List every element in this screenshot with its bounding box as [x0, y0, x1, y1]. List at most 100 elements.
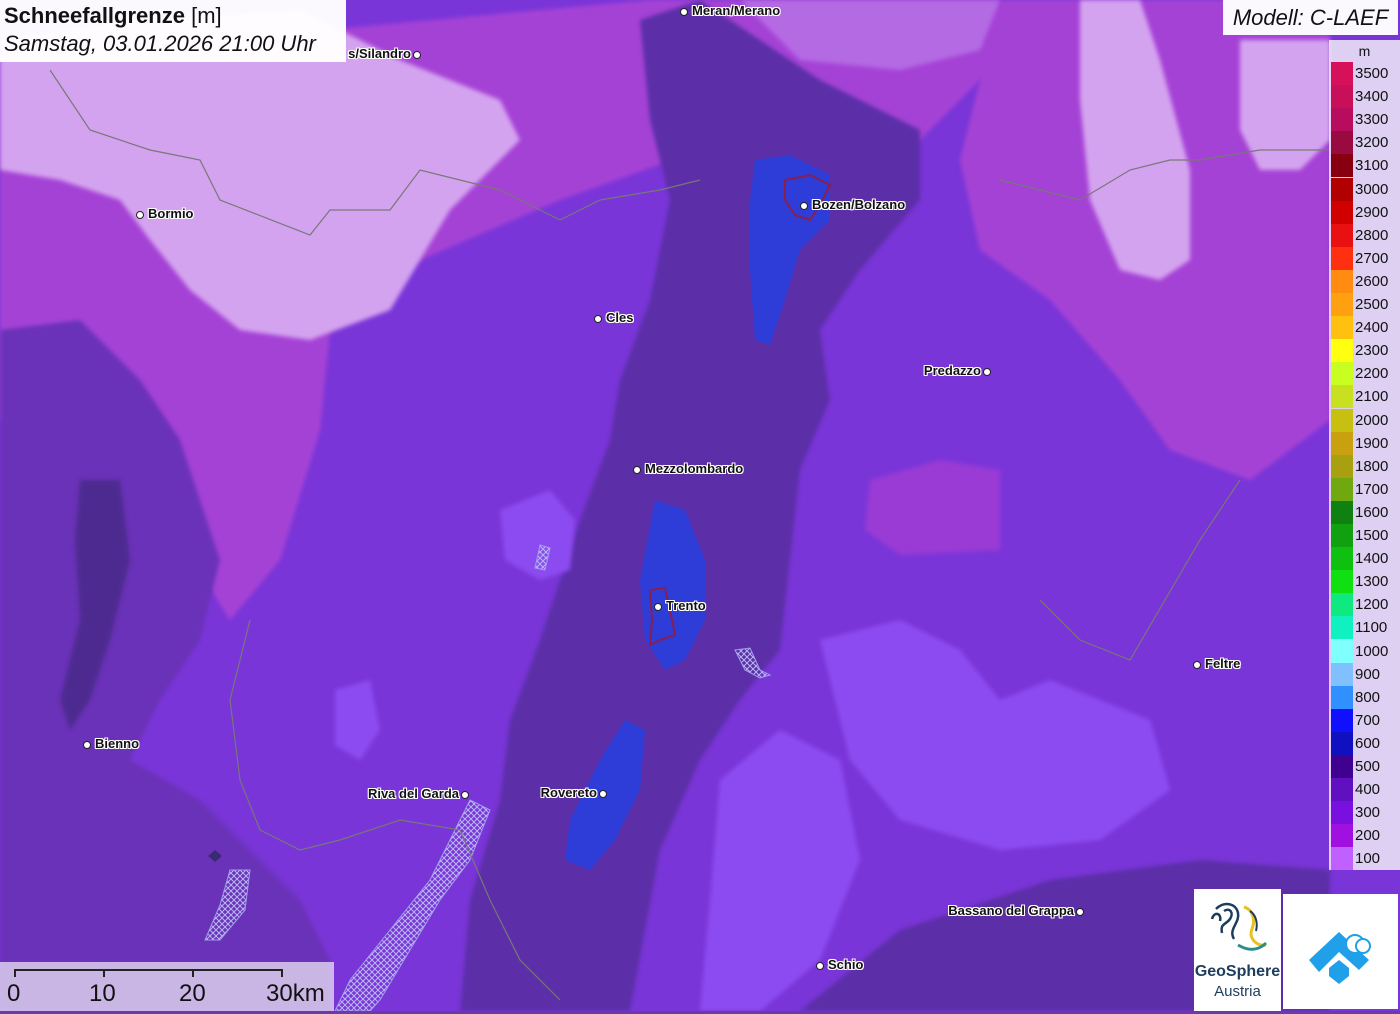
- legend-entry: 2900: [1329, 200, 1400, 224]
- city-dot-icon: [816, 962, 824, 970]
- city-label: Schio: [828, 957, 864, 972]
- legend-label: 3300: [1355, 111, 1389, 129]
- cloud-house-logo[interactable]: [1283, 894, 1398, 1009]
- legend-entry: 700: [1329, 708, 1400, 732]
- legend-swatch: [1331, 385, 1353, 409]
- title-text: Schneefallgrenze: [4, 3, 185, 28]
- scale-label-30km: 30km: [266, 980, 325, 1007]
- legend-entry: 3100: [1329, 154, 1400, 178]
- legend-entry: 900: [1329, 662, 1400, 686]
- city-label: Rovereto: [540, 785, 597, 800]
- legend-entry: 2000: [1329, 408, 1400, 432]
- city-label: Bassano del Grappa: [948, 903, 1074, 918]
- legend-label: 2000: [1355, 411, 1389, 429]
- legend-swatch: [1331, 316, 1353, 340]
- legend-entry: 1500: [1329, 524, 1400, 548]
- legend-swatch: [1331, 824, 1353, 848]
- city-label: Cles: [606, 310, 634, 325]
- city-label: s/Silandro: [348, 46, 411, 61]
- legend-swatch: [1331, 62, 1353, 86]
- legend-label: 800: [1355, 688, 1381, 706]
- legend-swatch: [1331, 801, 1353, 825]
- legend-label: 2200: [1355, 365, 1389, 383]
- legend-label: 600: [1355, 734, 1381, 752]
- city-dot-icon: [680, 8, 688, 16]
- legend-entry: 1000: [1329, 639, 1400, 663]
- legend-swatch: [1331, 154, 1353, 178]
- legend-swatch: [1331, 778, 1353, 802]
- city-dot-icon: [654, 603, 662, 611]
- legend-swatch: [1331, 477, 1353, 501]
- legend-entry: 800: [1329, 685, 1400, 709]
- legend-swatch: [1331, 616, 1353, 640]
- legend-label: 700: [1355, 711, 1381, 729]
- model-label: Modell: C-LAEF: [1223, 0, 1398, 35]
- legend-entry: 1700: [1329, 477, 1400, 501]
- legend-label: 200: [1355, 827, 1381, 845]
- map-datetime: Samstag, 03.01.2026 21:00 Uhr: [4, 31, 316, 56]
- legend-label: 2500: [1355, 296, 1389, 313]
- city-dot-icon: [1076, 908, 1084, 916]
- scale-label-10: 10: [89, 980, 116, 1007]
- city-label: Meran/Merano: [692, 3, 781, 18]
- legend-label: 1300: [1355, 573, 1389, 591]
- legend-entry: 3200: [1329, 131, 1400, 155]
- legend-entry: 200: [1329, 824, 1400, 848]
- legend-entry: 1300: [1329, 570, 1400, 594]
- legend-entry: 2500: [1329, 293, 1400, 317]
- legend-swatch: [1331, 662, 1353, 686]
- legend-entry: 1100: [1329, 616, 1400, 640]
- legend-label: 3500: [1355, 65, 1389, 82]
- city-label: Predazzo: [923, 363, 981, 378]
- legend-swatch: [1331, 731, 1353, 755]
- legend-swatch: [1331, 593, 1353, 617]
- scale-line: [14, 969, 283, 971]
- snowfall-map[interactable]: [0, 0, 1400, 1011]
- title-box: Schneefallgrenze [m] Samstag, 03.01.2026…: [0, 0, 346, 62]
- legend-swatch: [1331, 570, 1353, 594]
- legend-swatch: [1331, 223, 1353, 247]
- legend-label: 3400: [1355, 88, 1389, 106]
- geosphere-logo[interactable]: GeoSphere Austria: [1194, 889, 1281, 1011]
- city-dot-icon: [800, 202, 808, 210]
- scale-label-0: 0: [7, 980, 21, 1007]
- scale-label-20: 20: [179, 980, 206, 1007]
- legend-label: 2900: [1355, 203, 1389, 221]
- geosphere-logo-line1: GeoSphere: [1194, 963, 1281, 980]
- legend-label: 1500: [1355, 527, 1389, 544]
- legend-swatch: [1331, 131, 1353, 155]
- legend-entry: 1200: [1329, 593, 1400, 617]
- legend-label: 1100: [1355, 619, 1388, 637]
- legend-entry: 1600: [1329, 500, 1400, 524]
- legend-swatch: [1331, 293, 1353, 317]
- legend-swatch: [1331, 431, 1353, 455]
- legend-label: 400: [1355, 781, 1381, 799]
- legend-label: 100: [1355, 850, 1381, 868]
- legend-label: 1800: [1355, 457, 1389, 475]
- legend-swatch: [1331, 755, 1353, 779]
- legend-entry: 2800: [1329, 223, 1400, 247]
- geosphere-logo-line2: Austria: [1214, 983, 1261, 1000]
- city-dot-icon: [1193, 661, 1201, 669]
- city-dot-icon: [136, 211, 144, 219]
- map-title: Schneefallgrenze [m]: [4, 2, 342, 30]
- scale-bar: 0 10 20 30km: [0, 962, 334, 1011]
- legend-label: 3100: [1355, 157, 1389, 175]
- legend-label: 300: [1355, 804, 1381, 822]
- legend-swatch: [1331, 500, 1353, 524]
- legend-label: 3200: [1355, 134, 1389, 152]
- city-dot-icon: [83, 741, 91, 749]
- legend-swatch: [1331, 847, 1353, 871]
- city-label: Riva del Garda: [367, 786, 459, 801]
- legend-entry: 3500: [1329, 62, 1400, 86]
- city-label: Feltre: [1205, 656, 1241, 671]
- legend-entry: 400: [1329, 778, 1400, 802]
- legend-label: 900: [1355, 665, 1381, 683]
- legend-swatch: [1331, 454, 1353, 478]
- scale-tick: [103, 969, 105, 977]
- legend-swatch: [1331, 708, 1353, 732]
- legend-label: 1700: [1355, 480, 1389, 498]
- legend-label: 1400: [1355, 550, 1389, 568]
- legend-entry: 2700: [1329, 246, 1400, 270]
- legend-swatch: [1331, 685, 1353, 709]
